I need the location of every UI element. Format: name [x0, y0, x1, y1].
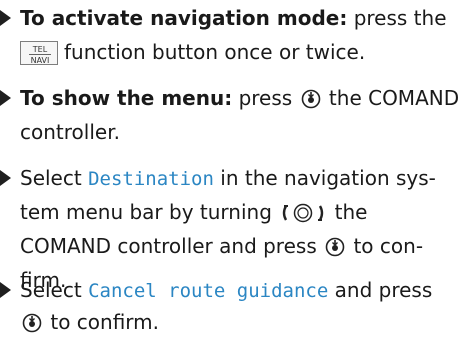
step-text: function button once or twice.	[64, 40, 366, 64]
step-bullet-icon	[0, 170, 11, 186]
step-text: press the	[353, 6, 447, 30]
step-line: Select Destination in the navigation sys…	[20, 160, 436, 197]
instruction-document: To activate navigation mode: press the T…	[0, 0, 472, 338]
step-line: controller.	[20, 114, 120, 150]
step-text: to con-	[353, 234, 424, 258]
step-show-menu: To show the menu: press the COMAND contr…	[0, 80, 472, 155]
controller-press-icon	[301, 84, 321, 120]
step-text: COMAND controller and press	[20, 234, 317, 258]
tel-navi-key-icon: TEL NAVI	[20, 41, 58, 65]
step-select-destination: Select Destination in the navigation sys…	[0, 160, 472, 292]
step-line: to confirm.	[20, 304, 159, 344]
step-cancel-route: Select Cancel route guidance and press t…	[0, 272, 472, 338]
step-text: in the navigation sys-	[220, 166, 436, 190]
step-bullet-icon	[0, 282, 11, 298]
step-text: tem menu bar by turning	[20, 200, 272, 224]
step-text: press	[238, 86, 293, 110]
step-lead: To show the menu:	[20, 86, 233, 110]
step-text: the COMAND	[328, 86, 460, 110]
step-text: Select	[20, 278, 82, 302]
step-activate-navigation: To activate navigation mode: press the T…	[0, 0, 472, 75]
step-text: to confirm.	[50, 310, 160, 334]
step-bullet-icon	[0, 90, 11, 106]
menu-item-destination: Destination	[88, 168, 214, 190]
step-lead: To activate navigation mode:	[20, 6, 348, 30]
key-label-bottom: NAVI	[31, 56, 50, 65]
controller-press-icon	[325, 232, 345, 268]
step-text: Select	[20, 166, 82, 190]
controller-press-icon	[22, 308, 42, 344]
step-line: To activate navigation mode: press the	[20, 0, 447, 36]
key-label-top: TEL	[32, 45, 48, 54]
step-bullet-icon	[0, 10, 11, 26]
step-text: the	[334, 200, 368, 224]
step-line: COMAND controller and press to con-	[20, 228, 423, 268]
step-text: and press	[334, 278, 433, 302]
menu-item-cancel-route-guidance: Cancel route guidance	[88, 280, 329, 302]
step-text: controller.	[20, 120, 120, 144]
step-line: TEL NAVI function button once or twice.	[20, 34, 365, 70]
